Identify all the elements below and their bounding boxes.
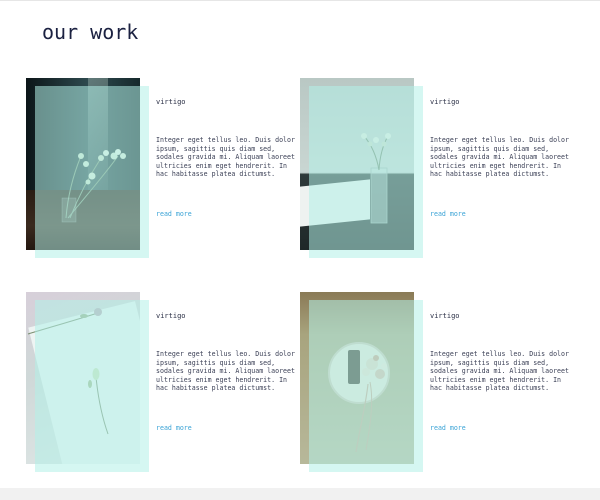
bottom-band — [0, 488, 600, 500]
card-title: virtigo — [156, 98, 186, 106]
card-description: Integer eget tellus leo. Duis dolor ipsu… — [430, 350, 569, 393]
read-more-link[interactable]: read more — [430, 210, 466, 218]
work-card: virtigo Integer eget tellus leo. Duis do… — [300, 78, 570, 268]
photo-overlay — [309, 300, 423, 472]
photo-overlay — [309, 86, 423, 258]
work-card: virtigo Integer eget tellus leo. Duis do… — [300, 292, 570, 482]
read-more-link[interactable]: read more — [156, 210, 192, 218]
read-more-link[interactable]: read more — [430, 424, 466, 432]
photo-overlay — [35, 300, 149, 472]
work-card: virtigo Integer eget tellus leo. Duis do… — [26, 292, 296, 482]
read-more-link[interactable]: read more — [156, 424, 192, 432]
card-title: virtigo — [156, 312, 186, 320]
card-title: virtigo — [430, 98, 460, 106]
card-title: virtigo — [430, 312, 460, 320]
page-title: our work — [42, 20, 139, 44]
card-description: Integer eget tellus leo. Duis dolor ipsu… — [156, 136, 295, 179]
card-description: Integer eget tellus leo. Duis dolor ipsu… — [430, 136, 569, 179]
work-card: virtigo Integer eget tellus leo. Duis do… — [26, 78, 296, 268]
top-divider — [0, 0, 600, 1]
card-description: Integer eget tellus leo. Duis dolor ipsu… — [156, 350, 295, 393]
photo-overlay — [35, 86, 149, 258]
